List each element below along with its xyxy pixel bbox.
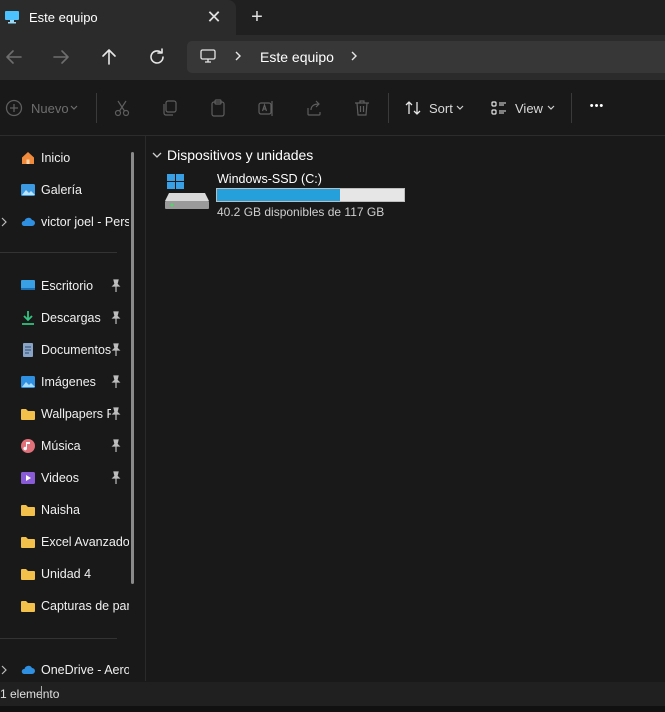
sidebar-scrollbar[interactable]	[131, 152, 134, 584]
pin-icon[interactable]	[110, 279, 122, 293]
pin-icon[interactable]	[110, 311, 122, 325]
pictures-icon	[21, 376, 35, 388]
sidebar-item-excel-avanzado[interactable]: Excel Avanzado	[0, 528, 130, 556]
plus-circle-icon	[5, 99, 23, 117]
chevron-down-icon[interactable]	[151, 149, 163, 161]
drive-usage-fill	[217, 189, 340, 201]
sidebar-item-escritorio[interactable]: Escritorio	[0, 272, 130, 300]
up-arrow-icon[interactable]	[97, 45, 121, 69]
monitor-icon	[200, 49, 216, 63]
drive-space-text: 40.2 GB disponibles de 117 GB	[217, 205, 385, 219]
address-location[interactable]: Este equipo	[260, 49, 334, 65]
pin-icon[interactable]	[110, 407, 122, 421]
video-icon	[21, 472, 35, 484]
drive-usage-bar	[216, 188, 405, 202]
toolbar-separator	[571, 93, 572, 123]
home-icon	[22, 152, 34, 164]
status-separator	[41, 686, 42, 699]
chevron-down-icon	[70, 105, 78, 110]
pin-icon[interactable]	[110, 343, 122, 357]
item-count: 1 elemento	[0, 687, 60, 701]
desktop-icon	[21, 280, 35, 290]
status-bar	[0, 682, 665, 706]
sidebar-item-label: Unidad 4	[41, 567, 92, 581]
download-icon	[22, 311, 34, 325]
chevron-right-icon[interactable]	[0, 664, 8, 676]
share-icon[interactable]	[304, 98, 324, 118]
sidebar-item-label: Inicio	[41, 151, 71, 165]
gallery-icon	[21, 184, 35, 196]
sidebar-item-victor-joel[interactable]: victor joel - Pers	[0, 208, 130, 236]
chevron-right-icon[interactable]	[0, 216, 8, 228]
sidebar-item-label: Wallpapers P	[41, 407, 111, 421]
sidebar-item-descargas[interactable]: Descargas	[0, 304, 130, 332]
forward-arrow-icon[interactable]	[49, 45, 73, 69]
view-button[interactable]: View	[490, 98, 560, 120]
sidebar-separator	[0, 252, 117, 253]
sidebar-item-inicio[interactable]: Inicio	[0, 144, 130, 172]
chevron-right-icon[interactable]	[232, 49, 244, 63]
more-options-button[interactable]: •••	[585, 100, 609, 116]
sidebar-item-label: Capturas de par	[41, 599, 129, 613]
new-tab-button[interactable]: +	[246, 6, 268, 28]
refresh-icon[interactable]	[145, 45, 169, 69]
group-header[interactable]: Dispositivos y unidades	[167, 147, 313, 163]
new-button[interactable]: Nuevo	[5, 96, 90, 120]
sidebar-item-videos[interactable]: Videos	[0, 464, 130, 492]
back-arrow-icon[interactable]	[2, 45, 26, 69]
new-button-label: Nuevo	[31, 101, 69, 116]
toolbar-separator	[96, 93, 97, 123]
paste-icon[interactable]	[208, 98, 228, 118]
close-tab-icon[interactable]: ✕	[204, 6, 224, 28]
sidebar-item-unidad-4[interactable]: Unidad 4	[0, 560, 130, 588]
cloud-icon	[21, 217, 35, 226]
folder-icon	[21, 505, 35, 516]
pin-icon[interactable]	[110, 375, 122, 389]
folder-icon	[21, 537, 35, 548]
command-bar	[0, 80, 665, 136]
music-icon	[21, 439, 35, 453]
pin-icon[interactable]	[110, 471, 122, 485]
chevron-right-icon[interactable]	[348, 49, 360, 63]
sidebar-item-documentos[interactable]: Documentos	[0, 336, 130, 364]
drive-icon	[165, 174, 209, 209]
chevron-down-icon	[456, 105, 464, 110]
address-bar[interactable]	[187, 41, 665, 73]
drive-name: Windows-SSD (C:)	[217, 172, 322, 186]
window-bottom-edge	[0, 706, 665, 712]
cut-icon[interactable]	[112, 98, 132, 118]
folder-icon	[21, 569, 35, 580]
sidebar-item-galeria[interactable]: Galería	[0, 176, 130, 204]
sidebar-item-label: victor joel - Pers	[41, 215, 129, 229]
folder-icon	[21, 409, 35, 420]
sidebar-item-imagenes[interactable]: Imágenes	[0, 368, 130, 396]
document-icon	[23, 343, 33, 357]
folder-icon	[21, 601, 35, 612]
copy-icon[interactable]	[160, 98, 180, 118]
sidebar-item-musica[interactable]: Música	[0, 432, 130, 460]
tab-title: Este equipo	[29, 10, 98, 25]
chevron-down-icon	[547, 105, 555, 110]
delete-icon[interactable]	[352, 98, 372, 118]
toolbar-separator	[388, 93, 389, 123]
sort-icon	[405, 101, 421, 115]
sidebar-item-label: Excel Avanzado	[41, 535, 129, 549]
cloud-icon	[21, 665, 35, 674]
pin-icon[interactable]	[110, 439, 122, 453]
sort-label: Sort	[429, 101, 453, 116]
sort-button[interactable]: Sort	[404, 98, 468, 120]
sidebar-item-wallpapers[interactable]: Wallpapers P	[0, 400, 130, 428]
view-label: View	[515, 101, 543, 116]
sidebar-item-capturas[interactable]: Capturas de par	[0, 592, 130, 620]
sidebar-item-label: OneDrive - Aero	[41, 663, 129, 677]
sidebar-item-label: Naisha	[41, 503, 80, 517]
sidebar-separator	[0, 638, 117, 639]
computer-icon	[5, 11, 19, 24]
sidebar-item-label: Galería	[41, 183, 82, 197]
sidebar-item-naisha[interactable]: Naisha	[0, 496, 130, 524]
rename-icon[interactable]	[256, 98, 276, 118]
sidebar-item-onedrive[interactable]: OneDrive - Aero	[0, 656, 130, 684]
view-icon	[491, 101, 506, 115]
